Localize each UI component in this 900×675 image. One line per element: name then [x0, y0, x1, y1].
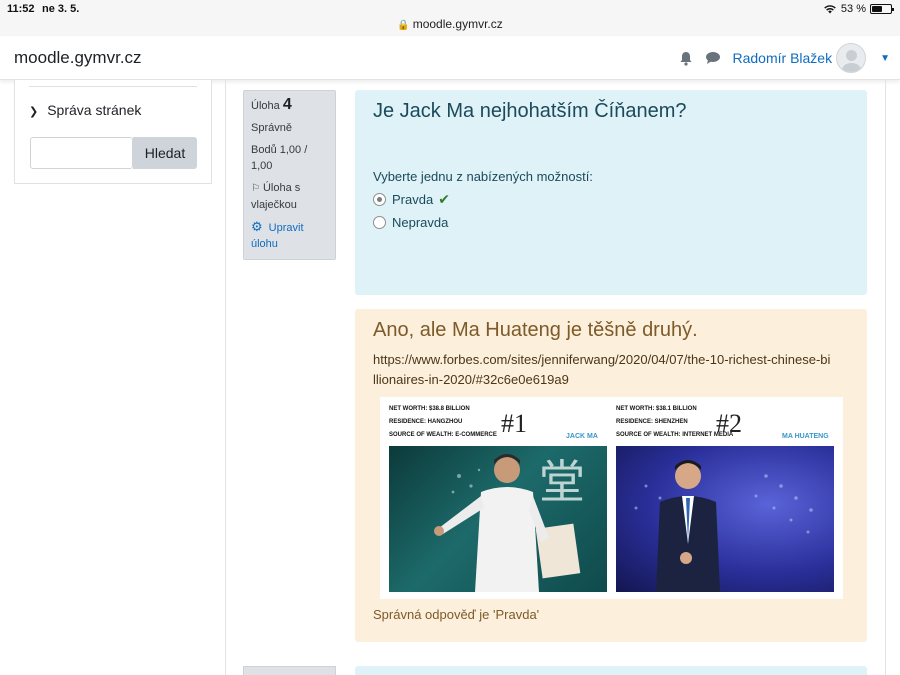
question-info-box: Úloha 4 Správně Bodů 1,00 / 1,00 ⚐ Úloha …	[243, 90, 336, 260]
svg-text:堂: 堂	[539, 455, 585, 509]
radio-button[interactable]	[373, 216, 386, 229]
question-panel: Je Jack Ma nejhohatším Číňanem? Vyberte …	[355, 90, 867, 295]
check-icon: ✔	[438, 191, 450, 207]
url-text: moodle.gymvr.cz	[412, 17, 503, 31]
option-label: Pravda	[392, 192, 434, 207]
image-panel-1: NET WORTH: $38.8 BILLION RESIDENCE: HANG…	[389, 397, 611, 599]
avatar[interactable]	[836, 43, 867, 73]
image-rank: #1	[501, 409, 527, 438]
image-meta-line: NET WORTH: $38.8 BILLION	[389, 406, 470, 412]
search-input[interactable]	[30, 137, 133, 169]
gear-icon: ⚙	[251, 219, 263, 234]
image-person-name: MA HUATENG	[782, 433, 829, 440]
edit-question-link[interactable]: ⚙ Upravit úlohu	[251, 219, 328, 252]
flag-question[interactable]: ⚐ Úloha s vlaječkou	[251, 180, 328, 213]
answer-option-pravda[interactable]: Pravda ✔	[373, 191, 849, 208]
question-label: Úloha	[251, 100, 280, 112]
region-divider	[225, 80, 226, 675]
question-text: Je Jack Ma nejhohatším Číňanem?	[373, 100, 687, 122]
image-meta: NET WORTH: $38.8 BILLION RESIDENCE: HANG…	[389, 403, 497, 442]
chevron-right-icon: ❯	[29, 106, 39, 118]
next-question-info-box	[243, 666, 336, 675]
right-answer: Správná odpověď je 'Pravda'	[373, 607, 540, 622]
image-person-name: JACK MA	[566, 433, 598, 440]
image-panel-2: NET WORTH: $38.1 BILLION RESIDENCE: SHEN…	[616, 397, 838, 599]
feedback-image: NET WORTH: $38.8 BILLION RESIDENCE: HANG…	[380, 397, 843, 599]
person-photo	[616, 446, 834, 592]
divider	[29, 86, 197, 87]
image-meta-line: RESIDENCE: HANGZHOU	[389, 419, 463, 425]
chevron-down-icon[interactable]: ▼	[880, 53, 890, 64]
feedback-panel: Ano, ale Ma Huateng je těšně druhý. http…	[355, 309, 867, 642]
chat-icon[interactable]	[705, 51, 721, 65]
image-meta-line: SOURCE OF WEALTH: E-COMMERCE	[389, 432, 497, 438]
radio-button[interactable]	[373, 193, 386, 206]
answer-option-nepravda[interactable]: Nepravda	[373, 215, 849, 230]
region-divider	[885, 80, 886, 675]
question-state: Správně	[251, 122, 292, 134]
bell-icon[interactable]	[679, 51, 693, 66]
lock-icon: 🔒	[397, 20, 410, 31]
next-question-panel	[355, 666, 867, 675]
person-photo: 堂	[389, 446, 607, 592]
wifi-icon	[824, 5, 836, 14]
search-button[interactable]: Hledat	[133, 137, 197, 169]
question-number: 4	[282, 96, 292, 113]
option-label: Nepravda	[392, 215, 449, 230]
top-navbar: moodle.gymvr.cz Radomír Blažek ▼	[0, 36, 900, 80]
feedback-link[interactable]: https://www.forbes.com/sites/jenniferwan…	[373, 350, 833, 390]
answer-prompt: Vyberte jednu z nabízených možností:	[373, 169, 593, 184]
feedback-title: Ano, ale Ma Huateng je těšně druhý.	[373, 319, 698, 341]
sidebar-block: ❯ Správa stránek Hledat	[14, 80, 212, 184]
sidebar-item-sprava-stranek[interactable]: ❯ Správa stránek	[29, 102, 141, 118]
sidebar-item-label: Správa stránek	[47, 102, 142, 118]
user-menu-name[interactable]: Radomír Blažek	[733, 50, 833, 66]
question-grade: Bodů 1,00 / 1,00	[251, 144, 308, 172]
site-brand-link[interactable]: moodle.gymvr.cz	[14, 48, 142, 68]
image-rank: #2	[716, 409, 742, 438]
flag-icon: ⚐	[251, 183, 260, 194]
address-bar[interactable]: 🔒 moodle.gymvr.cz	[0, 14, 900, 36]
battery-icon	[870, 4, 894, 14]
